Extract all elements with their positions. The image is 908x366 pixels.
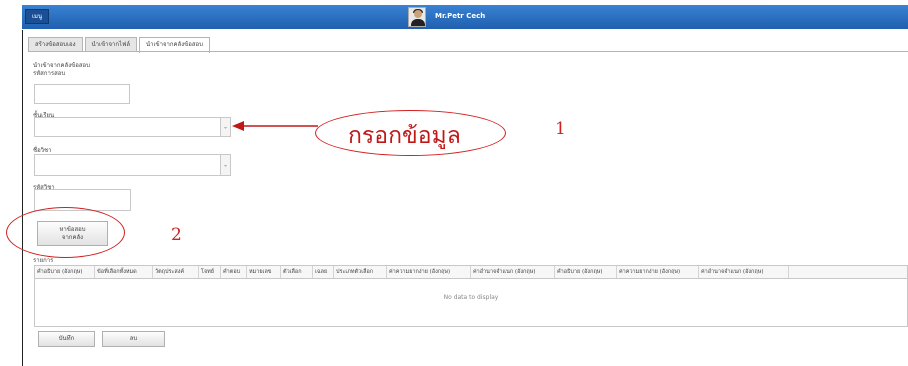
- top-bar: เมนู Mr.Petr Cech: [22, 5, 908, 29]
- username: Mr.Petr Cech: [435, 12, 486, 20]
- tab-divider: [28, 51, 908, 52]
- column-header[interactable]: คำอธิบาย (อังกฤษ): [555, 266, 617, 278]
- delete-button[interactable]: ลบ: [102, 331, 165, 347]
- save-button[interactable]: บันทึก: [38, 331, 95, 347]
- column-header[interactable]: หมายเลข: [247, 266, 281, 278]
- fill-in-annotation: กรอกข้อมูล: [348, 123, 461, 149]
- exam-code-input[interactable]: [34, 84, 130, 104]
- column-header[interactable]: ค่าอำนาจจำแนก (อังกฤษ): [699, 266, 789, 278]
- avatar: [408, 7, 426, 27]
- column-header[interactable]: คำตอบ: [221, 266, 247, 278]
- left-border-line: [22, 30, 23, 366]
- grade-combobox[interactable]: ⌄: [34, 117, 231, 137]
- step-number-1: 1: [555, 119, 566, 139]
- tab-bar: สร้างข้อสอบเอง นำเข้าจากไฟล์ นำเข้าจากคล…: [28, 37, 212, 53]
- step-number-2: 2: [171, 225, 182, 245]
- table-header: คำอธิบาย (อังกฤษ) ข้อที่เลือกทั้งหมด วัต…: [35, 266, 907, 279]
- column-header[interactable]: คำอธิบาย (อังกฤษ): [35, 266, 95, 278]
- empty-message: No data to display: [443, 294, 499, 301]
- tab-create-exam[interactable]: สร้างข้อสอบเอง: [28, 37, 83, 52]
- chevron-down-icon[interactable]: ⌄: [220, 155, 230, 175]
- exam-code-label: รหัสการสอบ: [33, 70, 66, 77]
- menu-button[interactable]: เมนู: [25, 9, 49, 24]
- chevron-down-icon[interactable]: ⌄: [220, 118, 230, 136]
- subject-combobox[interactable]: ⌄: [34, 154, 231, 176]
- column-header[interactable]: วัตถุประสงค์: [153, 266, 199, 278]
- column-header[interactable]: โจทย์: [199, 266, 221, 278]
- column-header[interactable]: ค่าความยากง่าย (อังกฤษ): [617, 266, 699, 278]
- column-header[interactable]: ค่าอำนาจจำแนก (อังกฤษ): [471, 266, 555, 278]
- column-header[interactable]: ค่าความยากง่าย (อังกฤษ): [387, 266, 471, 278]
- arrow-left-icon: [232, 121, 318, 131]
- questions-table: คำอธิบาย (อังกฤษ) ข้อที่เลือกทั้งหมด วัต…: [34, 265, 908, 327]
- column-header[interactable]: ตัวเลือก: [281, 266, 313, 278]
- annotation-oval-2: [6, 207, 125, 258]
- column-header[interactable]: เฉลย: [313, 266, 334, 278]
- column-header[interactable]: ประเภทตัวเลือก: [334, 266, 387, 278]
- column-header[interactable]: ข้อที่เลือกทั้งหมด: [95, 266, 153, 278]
- tab-import-file[interactable]: นำเข้าจากไฟล์: [84, 37, 137, 52]
